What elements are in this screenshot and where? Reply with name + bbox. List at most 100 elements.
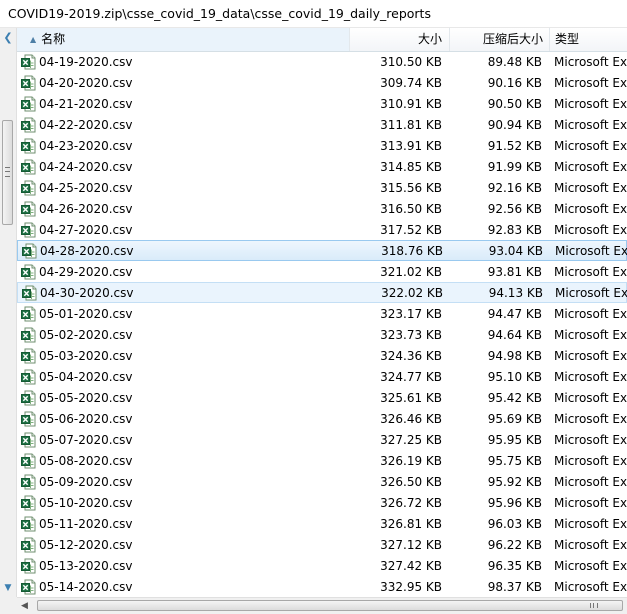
file-size: 316.50 KB — [380, 201, 442, 216]
horizontal-scrollbar[interactable]: ◀ — [17, 597, 627, 614]
file-name: 04-28-2020.csv — [40, 243, 134, 258]
file-row[interactable]: 04-22-2020.csv 311.81 KB 90.94 KB Microsoft… — [17, 114, 627, 135]
file-size: 327.25 KB — [380, 432, 442, 447]
file-row[interactable]: 04-26-2020.csv 316.50 KB 92.56 KB Microsoft… — [17, 198, 627, 219]
file-row[interactable]: 04-23-2020.csv 313.91 KB 91.52 KB Microsoft… — [17, 135, 627, 156]
file-name: 04-29-2020.csv — [39, 264, 133, 279]
file-row[interactable]: 05-07-2020.csv 327.25 KB 95.95 KB Microsoft… — [17, 429, 627, 450]
file-row[interactable]: 05-12-2020.csv 327.12 KB 96.22 KB Microsoft… — [17, 534, 627, 555]
file-size: 321.02 KB — [380, 264, 442, 279]
file-row[interactable]: 05-10-2020.csv 326.72 KB 95.96 KB Microsoft… — [17, 492, 627, 513]
file-row[interactable]: 05-06-2020.csv 326.46 KB 95.69 KB Microsoft… — [17, 408, 627, 429]
file-name-cell[interactable]: 04-24-2020.csv — [21, 156, 346, 177]
file-name-cell[interactable]: 05-13-2020.csv — [21, 555, 346, 576]
vertical-scrollbar[interactable]: ❮ ▼ — [0, 28, 17, 598]
file-row[interactable]: 04-21-2020.csv 310.91 KB 90.50 KB Microsoft… — [17, 93, 627, 114]
file-name-cell[interactable]: 05-10-2020.csv — [21, 492, 346, 513]
file-type: Microsoft Ex — [554, 117, 627, 132]
file-name-cell[interactable]: 05-05-2020.csv — [21, 387, 346, 408]
file-row[interactable]: 05-13-2020.csv 327.42 KB 96.35 KB Microsoft… — [17, 555, 627, 576]
file-row[interactable]: 04-24-2020.csv 314.85 KB 91.99 KB Microsoft… — [17, 156, 627, 177]
file-row[interactable]: 04-27-2020.csv 317.52 KB 92.83 KB Microsoft… — [17, 219, 627, 240]
address-bar[interactable]: COVID19-2019.zip\csse_covid_19_data\csse… — [0, 0, 627, 28]
column-header-compressed-size[interactable]: 压缩后大小 — [450, 28, 550, 51]
file-row[interactable]: 04-30-2020.csv 322.02 KB 94.13 KB Microsoft… — [17, 282, 627, 303]
file-row[interactable]: 05-05-2020.csv 325.61 KB 95.42 KB Microsoft… — [17, 387, 627, 408]
file-row[interactable]: 04-29-2020.csv 321.02 KB 93.81 KB Microsoft… — [17, 261, 627, 282]
file-row[interactable]: 05-14-2020.csv 332.95 KB 98.37 KB Microsoft… — [17, 576, 627, 597]
file-row[interactable]: 05-03-2020.csv 324.36 KB 94.98 KB Microsoft… — [17, 345, 627, 366]
file-row[interactable]: 04-19-2020.csv 310.50 KB 89.48 KB Microsoft… — [17, 51, 627, 72]
scroll-left-arrow-icon[interactable]: ◀ — [21, 598, 35, 614]
file-row[interactable]: 05-02-2020.csv 323.73 KB 94.64 KB Microsoft… — [17, 324, 627, 345]
excel-csv-icon — [21, 369, 36, 385]
file-name-cell[interactable]: 05-09-2020.csv — [21, 471, 346, 492]
vertical-scroll-thumb[interactable] — [2, 120, 13, 225]
file-type: Microsoft Ex — [555, 285, 627, 300]
file-compressed-size: 91.99 KB — [487, 159, 542, 174]
excel-csv-icon — [21, 75, 36, 91]
file-name-cell[interactable]: 05-08-2020.csv — [21, 450, 346, 471]
column-header-type[interactable]: 类型 — [550, 28, 627, 51]
file-name-cell[interactable]: 04-22-2020.csv — [21, 114, 346, 135]
file-name-cell[interactable]: 05-07-2020.csv — [21, 429, 346, 450]
file-type: Microsoft Ex — [554, 306, 627, 321]
column-header-name[interactable]: ▲ 名称 — [17, 28, 350, 51]
file-compressed-size: 92.83 KB — [487, 222, 542, 237]
excel-csv-icon — [21, 222, 36, 238]
scroll-left-arrow-icon[interactable]: ❮ — [0, 28, 16, 48]
file-name-cell[interactable]: 05-12-2020.csv — [21, 534, 346, 555]
file-name-cell[interactable]: 04-28-2020.csv — [22, 241, 347, 260]
file-name-cell[interactable]: 05-04-2020.csv — [21, 366, 346, 387]
file-row[interactable]: 04-25-2020.csv 315.56 KB 92.16 KB Microsoft… — [17, 177, 627, 198]
file-name: 04-26-2020.csv — [39, 201, 133, 216]
file-name: 04-24-2020.csv — [39, 159, 133, 174]
column-header-size[interactable]: 大小 — [350, 28, 450, 51]
file-name-cell[interactable]: 05-06-2020.csv — [21, 408, 346, 429]
file-name-cell[interactable]: 04-30-2020.csv — [22, 283, 347, 302]
file-type: Microsoft Ex — [554, 264, 627, 279]
file-name-cell[interactable]: 04-27-2020.csv — [21, 219, 346, 240]
file-name-cell[interactable]: 04-23-2020.csv — [21, 135, 346, 156]
file-name-cell[interactable]: 04-19-2020.csv — [21, 51, 346, 72]
file-name-cell[interactable]: 05-01-2020.csv — [21, 303, 346, 324]
file-compressed-size: 95.96 KB — [487, 495, 542, 510]
file-name-cell[interactable]: 04-26-2020.csv — [21, 198, 346, 219]
file-row[interactable]: 05-04-2020.csv 324.77 KB 95.10 KB Microsoft… — [17, 366, 627, 387]
column-compressed-label: 压缩后大小 — [482, 32, 543, 46]
file-name: 05-08-2020.csv — [39, 453, 133, 468]
excel-csv-icon — [21, 558, 36, 574]
file-name-cell[interactable]: 04-21-2020.csv — [21, 93, 346, 114]
file-name-cell[interactable]: 04-25-2020.csv — [21, 177, 346, 198]
file-compressed-size: 96.35 KB — [487, 558, 542, 573]
file-size: 326.46 KB — [380, 411, 442, 426]
file-name-cell[interactable]: 04-20-2020.csv — [21, 72, 346, 93]
file-name: 04-27-2020.csv — [39, 222, 133, 237]
file-row[interactable]: 04-28-2020.csv 318.76 KB 93.04 KB Microsoft… — [17, 240, 627, 261]
file-row[interactable]: 05-01-2020.csv 323.17 KB 94.47 KB Microsoft… — [17, 303, 627, 324]
horizontal-scroll-thumb[interactable] — [37, 600, 623, 611]
file-row[interactable]: 05-11-2020.csv 326.81 KB 96.03 KB Microsoft… — [17, 513, 627, 534]
file-name-cell[interactable]: 05-03-2020.csv — [21, 345, 346, 366]
file-name: 05-02-2020.csv — [39, 327, 133, 342]
file-name-cell[interactable]: 04-29-2020.csv — [21, 261, 346, 282]
excel-csv-icon — [21, 54, 36, 70]
file-compressed-size: 95.42 KB — [487, 390, 542, 405]
file-compressed-size: 95.10 KB — [487, 369, 542, 384]
scroll-down-arrow-icon[interactable]: ▼ — [0, 578, 16, 598]
excel-csv-icon — [21, 432, 36, 448]
file-size: 332.95 KB — [380, 579, 442, 594]
file-name-cell[interactable]: 05-02-2020.csv — [21, 324, 346, 345]
file-type: Microsoft Ex — [554, 537, 627, 552]
file-name-cell[interactable]: 05-11-2020.csv — [21, 513, 346, 534]
file-name: 05-06-2020.csv — [39, 411, 133, 426]
file-row[interactable]: 05-08-2020.csv 326.19 KB 95.75 KB Microsoft… — [17, 450, 627, 471]
file-row[interactable]: 05-09-2020.csv 326.50 KB 95.92 KB Microsoft… — [17, 471, 627, 492]
file-name-cell[interactable]: 05-14-2020.csv — [21, 576, 346, 597]
file-name: 04-20-2020.csv — [39, 75, 133, 90]
file-compressed-size: 89.48 KB — [487, 54, 542, 69]
grip-icon — [5, 167, 10, 177]
file-size: 318.76 KB — [381, 243, 443, 258]
file-row[interactable]: 04-20-2020.csv 309.74 KB 90.16 KB Microsoft… — [17, 72, 627, 93]
file-name: 04-19-2020.csv — [39, 54, 133, 69]
